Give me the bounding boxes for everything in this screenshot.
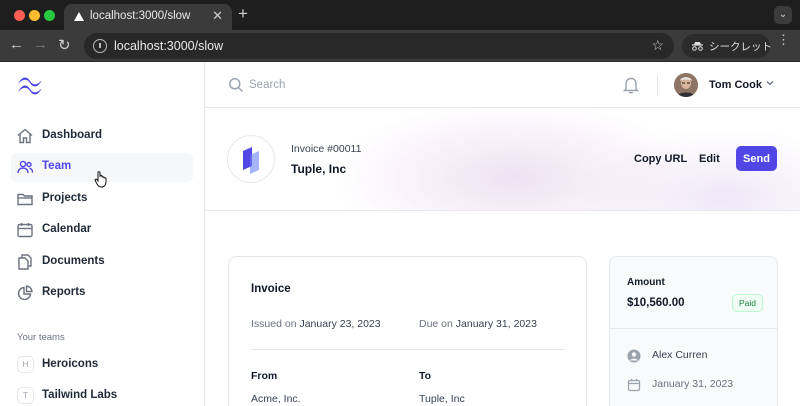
sidebar-item-reports[interactable]: Reports bbox=[11, 279, 193, 308]
user-name[interactable]: Tom Cook bbox=[709, 79, 762, 91]
documents-icon bbox=[18, 254, 32, 270]
calendar-icon bbox=[17, 223, 33, 238]
invoice-number: Invoice #00011 bbox=[291, 143, 362, 155]
close-window-button[interactable] bbox=[14, 10, 25, 21]
team-label: Tailwind Labs bbox=[42, 389, 118, 401]
amount-summary-card: Amount $10,560.00 Paid Alex Curren Janua… bbox=[609, 256, 778, 406]
incognito-indicator[interactable]: シークレット bbox=[682, 34, 772, 58]
due-date-line: Due on January 31, 2023 bbox=[419, 318, 537, 330]
summary-divider bbox=[610, 328, 777, 329]
mouse-pointer-icon bbox=[94, 171, 107, 188]
company-name: Tuple, Inc bbox=[291, 162, 347, 176]
tailwind-logo-icon bbox=[18, 77, 42, 95]
calendar-icon bbox=[627, 379, 641, 392]
incognito-icon bbox=[692, 42, 703, 51]
company-logo bbox=[227, 135, 275, 183]
edit-button[interactable]: Edit bbox=[699, 153, 720, 165]
issued-prefix: Issued on bbox=[251, 318, 297, 330]
tab-title: localhost:3000/slow bbox=[90, 10, 191, 22]
sidebar-item-dashboard[interactable]: Dashboard bbox=[11, 122, 193, 151]
sidebar: Dashboard Team Projects Calendar Documen… bbox=[0, 62, 205, 406]
from-value: Acme, Inc. bbox=[251, 393, 301, 405]
vercel-favicon-icon bbox=[74, 12, 84, 21]
amount-label: Amount bbox=[627, 277, 665, 288]
team-item-tailwind-labs[interactable]: T Tailwind Labs bbox=[11, 383, 193, 406]
tuple-logo-icon bbox=[243, 147, 259, 174]
bookmark-star-icon[interactable]: ☆ bbox=[651, 37, 664, 54]
home-icon bbox=[17, 128, 33, 144]
maximize-window-button[interactable] bbox=[44, 10, 55, 21]
team-initial-badge: H bbox=[17, 356, 34, 373]
app-topbar: Tom Cook bbox=[205, 62, 800, 108]
new-tab-icon[interactable]: + bbox=[238, 4, 248, 24]
from-label: From bbox=[251, 370, 278, 382]
chevron-down-icon[interactable] bbox=[765, 78, 775, 88]
sidebar-item-label: Reports bbox=[42, 286, 86, 298]
team-item-heroicons[interactable]: H Heroicons bbox=[11, 352, 193, 378]
browser-toolbar: ← → ↻ localhost:3000/slow ☆ シークレット ⋮ bbox=[0, 30, 800, 62]
due-prefix: Due on bbox=[419, 318, 453, 330]
status-badge: Paid bbox=[732, 294, 764, 312]
address-bar[interactable]: localhost:3000/slow ☆ bbox=[84, 33, 674, 59]
minimize-window-button[interactable] bbox=[29, 10, 40, 21]
copy-url-button[interactable]: Copy URL bbox=[634, 153, 687, 165]
team-initial-badge: T bbox=[17, 387, 34, 404]
main-content: Invoice Issued on January 23, 2023 Due o… bbox=[205, 212, 800, 406]
avatar[interactable] bbox=[674, 73, 698, 97]
invoice-card: Invoice Issued on January 23, 2023 Due o… bbox=[228, 256, 587, 406]
browser-tab[interactable]: localhost:3000/slow ✕ bbox=[64, 4, 232, 30]
tab-close-icon[interactable]: ✕ bbox=[212, 8, 223, 24]
reload-icon[interactable]: ↻ bbox=[58, 36, 71, 54]
card-divider bbox=[251, 349, 565, 350]
address-url[interactable]: localhost:3000/slow bbox=[114, 39, 223, 53]
client-name: Alex Curren bbox=[652, 349, 708, 361]
user-photo-icon bbox=[674, 73, 698, 97]
tab-search-chevron-icon[interactable]: ⌄ bbox=[774, 6, 792, 24]
forward-arrow-icon[interactable]: → bbox=[33, 36, 48, 53]
app-page: Dashboard Team Projects Calendar Documen… bbox=[0, 62, 800, 406]
to-label: To bbox=[419, 370, 432, 382]
sidebar-item-documents[interactable]: Documents bbox=[11, 248, 193, 277]
user-circle-icon bbox=[627, 349, 641, 363]
browser-menu-icon[interactable]: ⋮ bbox=[777, 33, 790, 46]
topbar-divider bbox=[657, 75, 658, 96]
to-value: Tuple, Inc bbox=[419, 393, 465, 405]
users-icon bbox=[17, 160, 34, 174]
issued-date: January 23, 2023 bbox=[299, 318, 381, 330]
invoice-header: Invoice #00011 Tuple, Inc Copy URL Edit … bbox=[205, 108, 800, 211]
teams-section-title: Your teams bbox=[17, 332, 65, 343]
browser-tab-bar: localhost:3000/slow ✕ + ⌄ bbox=[0, 0, 800, 30]
sidebar-item-label: Documents bbox=[42, 255, 105, 267]
sidebar-item-label: Projects bbox=[42, 192, 88, 204]
browser-window: localhost:3000/slow ✕ + ⌄ ← → ↻ localhos… bbox=[0, 0, 800, 406]
team-label: Heroicons bbox=[42, 358, 99, 370]
amount-value: $10,560.00 bbox=[627, 297, 685, 309]
paid-date: January 31, 2023 bbox=[652, 378, 734, 390]
invoice-card-title: Invoice bbox=[251, 283, 291, 295]
bell-icon[interactable] bbox=[623, 76, 639, 94]
sidebar-item-calendar[interactable]: Calendar bbox=[11, 216, 193, 245]
pie-chart-icon bbox=[17, 285, 33, 301]
due-date: January 31, 2023 bbox=[455, 318, 537, 330]
search-input[interactable] bbox=[249, 75, 549, 95]
site-info-icon[interactable] bbox=[93, 39, 107, 53]
sidebar-item-label: Team bbox=[42, 160, 72, 172]
sidebar-item-label: Calendar bbox=[42, 223, 92, 235]
issued-date-line: Issued on January 23, 2023 bbox=[251, 318, 381, 330]
back-arrow-icon[interactable]: ← bbox=[9, 36, 24, 53]
incognito-label: シークレット bbox=[709, 41, 772, 53]
sidebar-item-projects[interactable]: Projects bbox=[11, 185, 193, 214]
send-button[interactable]: Send bbox=[736, 146, 777, 171]
search-icon bbox=[229, 78, 244, 93]
folder-icon bbox=[17, 193, 33, 206]
sidebar-item-label: Dashboard bbox=[42, 129, 103, 141]
